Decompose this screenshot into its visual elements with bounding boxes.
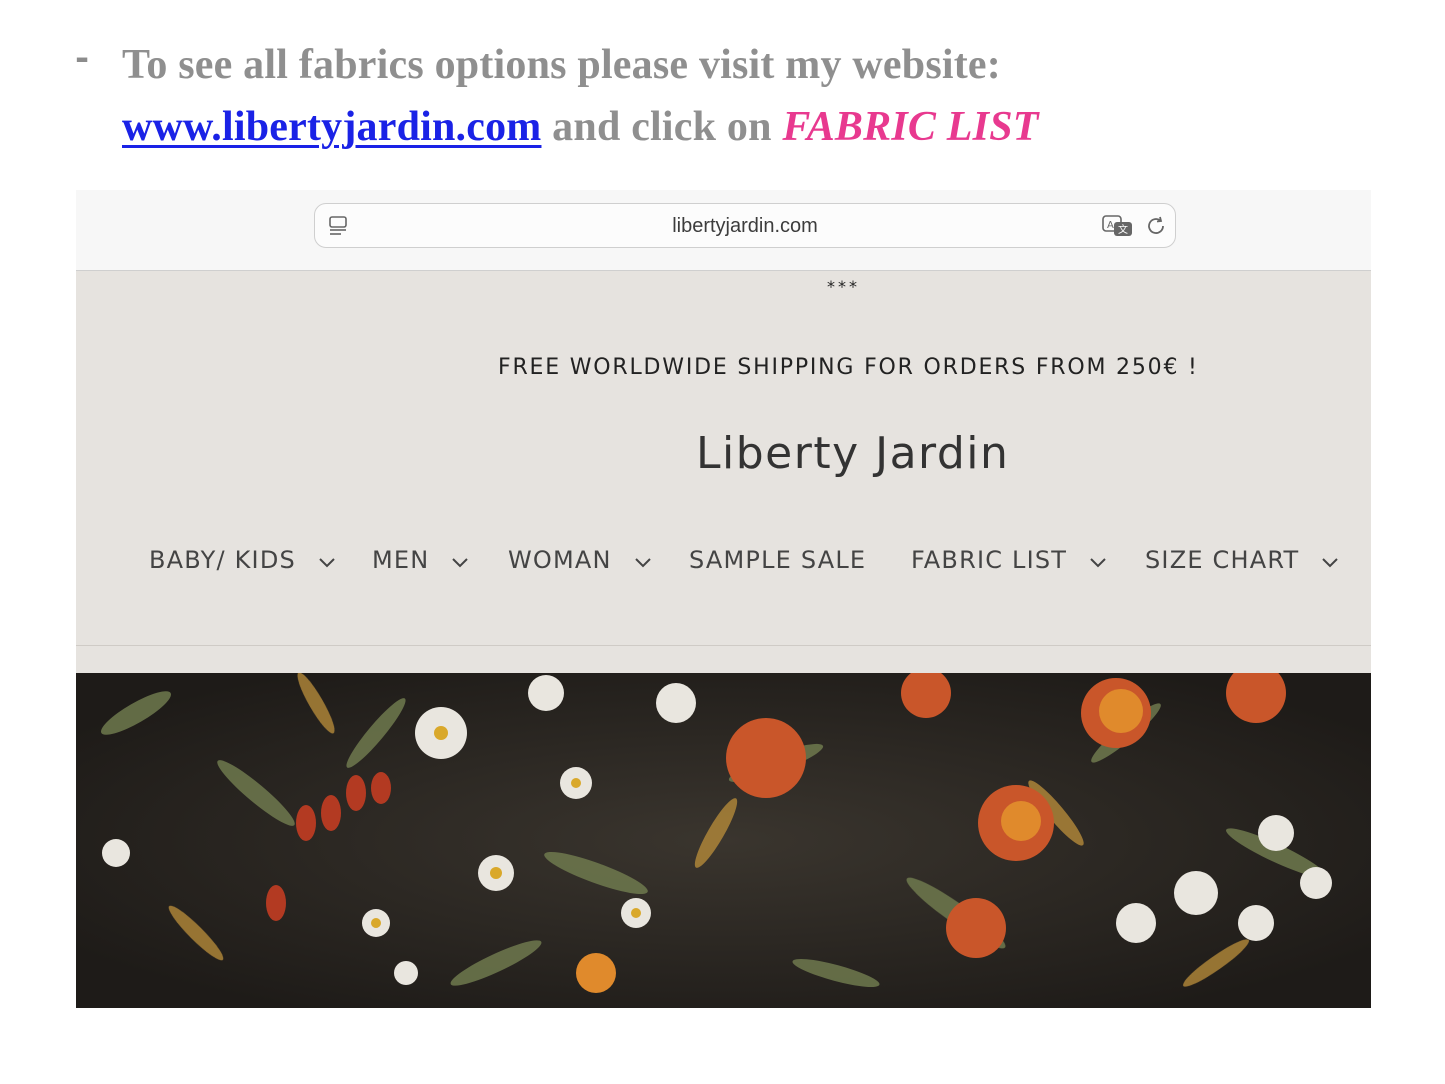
address-bar[interactable]: libertyjardin.com A 文 — [314, 203, 1176, 248]
nav-item-sample-sale[interactable]: SAMPLE SALE — [689, 546, 866, 574]
header-divider — [76, 645, 1371, 646]
translate-icon[interactable]: A 文 — [1101, 214, 1135, 238]
instruction-middle-text: and click on — [541, 104, 783, 150]
url-text[interactable]: libertyjardin.com — [315, 215, 1175, 238]
main-nav: BABY/ KIDS MEN WOMAN SAMPLE SALE FABRIC … — [76, 546, 1371, 586]
nav-item-label: SIZE CHART — [1145, 546, 1300, 574]
nav-item-label: MEN — [372, 546, 430, 574]
reload-icon[interactable] — [1145, 215, 1167, 237]
floral-pattern — [76, 673, 1371, 1008]
bullet-dash: - — [75, 38, 90, 78]
nav-item-label: BABY/ KIDS — [149, 546, 296, 574]
chevron-down-icon — [1090, 557, 1106, 567]
svg-text:A: A — [1107, 220, 1114, 231]
browser-toolbar: libertyjardin.com A 文 — [76, 190, 1371, 271]
fabric-list-highlight: FABRIC LIST — [782, 104, 1039, 150]
chevron-down-icon — [1322, 557, 1339, 567]
floral-hero-image — [76, 673, 1371, 1008]
chevron-down-icon — [319, 557, 335, 567]
stars-decoration: *** — [827, 277, 860, 296]
svg-text:文: 文 — [1118, 223, 1128, 236]
website-header: *** FREE WORLDWIDE SHIPPING FOR ORDERS F… — [76, 271, 1371, 673]
nav-item-fabric-list[interactable]: FABRIC LIST — [911, 546, 1107, 574]
chevron-down-icon — [634, 557, 651, 567]
chevron-down-icon — [452, 557, 469, 567]
nav-item-size-chart[interactable]: SIZE CHART — [1145, 546, 1339, 574]
site-logo[interactable]: Liberty Jardin — [696, 428, 1009, 479]
nav-item-label: FABRIC LIST — [911, 546, 1068, 574]
nav-item-label: SAMPLE SALE — [689, 546, 867, 574]
shipping-announcement: FREE WORLDWIDE SHIPPING FOR ORDERS FROM … — [498, 355, 1199, 380]
instruction-line-1: To see all fabrics options please visit … — [122, 42, 1001, 88]
website-link[interactable]: www.libertyjardin.com — [122, 104, 541, 150]
instruction-line-2: www.libertyjardin.com and click on FABRI… — [122, 103, 1039, 151]
nav-item-woman[interactable]: WOMAN — [508, 546, 652, 574]
browser-screenshot: libertyjardin.com A 文 *** FREE WORLDWIDE… — [76, 190, 1371, 1008]
nav-item-men[interactable]: MEN — [372, 546, 469, 574]
nav-item-baby-kids[interactable]: BABY/ KIDS — [149, 546, 336, 574]
nav-item-label: WOMAN — [508, 546, 612, 574]
